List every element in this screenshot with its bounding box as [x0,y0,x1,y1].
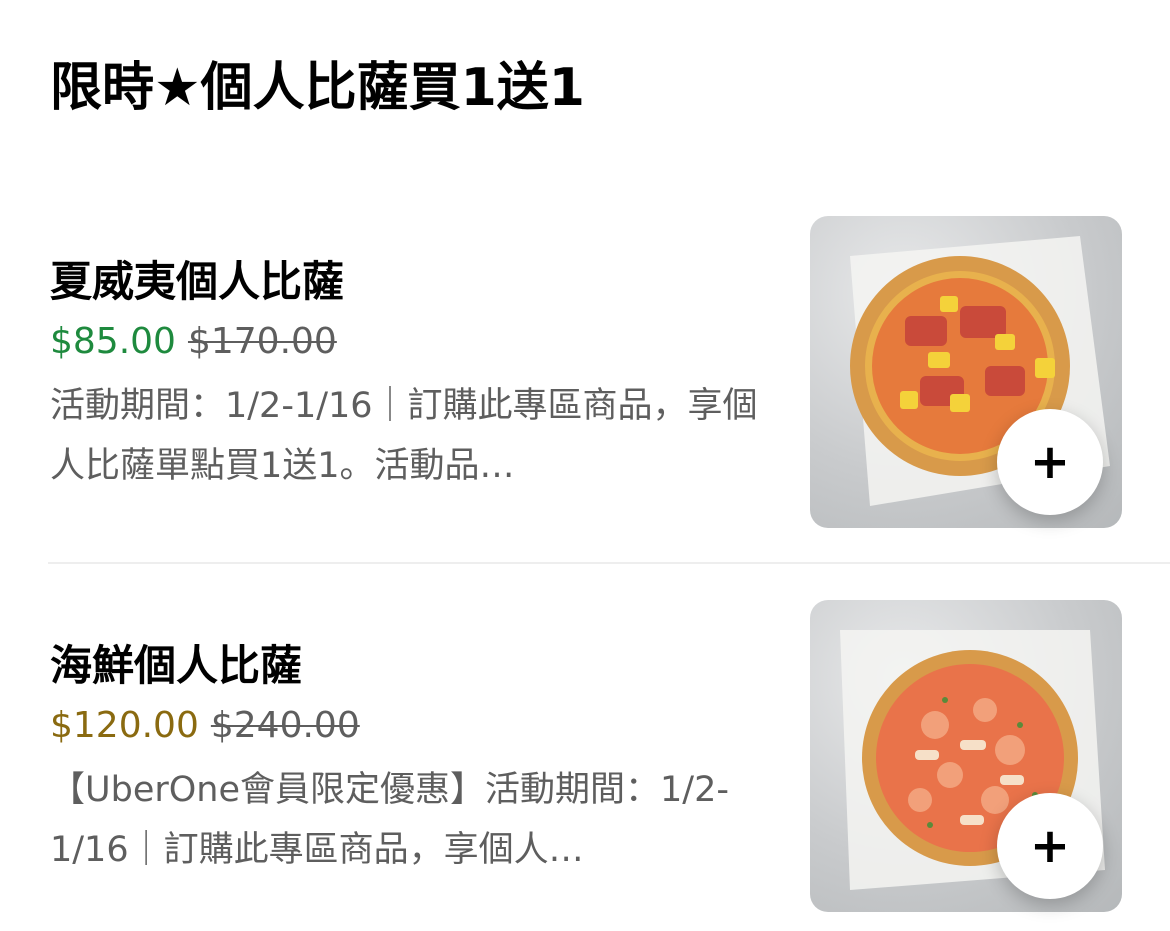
menu-item[interactable]: 海鮮個人比薩 $120.00 $240.00 【UberOne會員限定優惠】活動期… [0,600,1170,914]
add-to-cart-button[interactable]: + [997,793,1103,899]
original-price: $240.00 [210,705,360,746]
sale-price: $85.00 [50,321,176,362]
section-title: 限時★個人比薩買1送1 [50,58,585,118]
store-menu-page: 限時★個人比薩買1送1 夏威夷個人比薩 $85.00 $170.00 活動期間：1… [0,0,1170,931]
add-to-cart-button[interactable]: + [997,409,1103,515]
plus-icon: + [1029,434,1071,490]
price-row: $120.00 $240.00 [50,702,360,750]
price-row: $85.00 $170.00 [50,318,337,366]
item-divider [48,562,1170,564]
original-price: $170.00 [187,321,337,362]
item-description: 【UberOne會員限定優惠】活動期間：1/2-1/16｜訂購此專區商品，享個人… [50,770,729,870]
plus-icon: + [1029,818,1071,874]
item-name: 夏威夷個人比薩 [50,257,345,306]
menu-item[interactable]: 夏威夷個人比薩 $85.00 $170.00 活動期間：1/2-1/16｜訂購此專… [0,216,1170,530]
item-description: 活動期間：1/2-1/16｜訂購此專區商品，享個人比薩單點買1送1。活動品… [50,386,758,486]
item-name: 海鮮個人比薩 [50,641,303,690]
sale-price: $120.00 [50,705,199,746]
